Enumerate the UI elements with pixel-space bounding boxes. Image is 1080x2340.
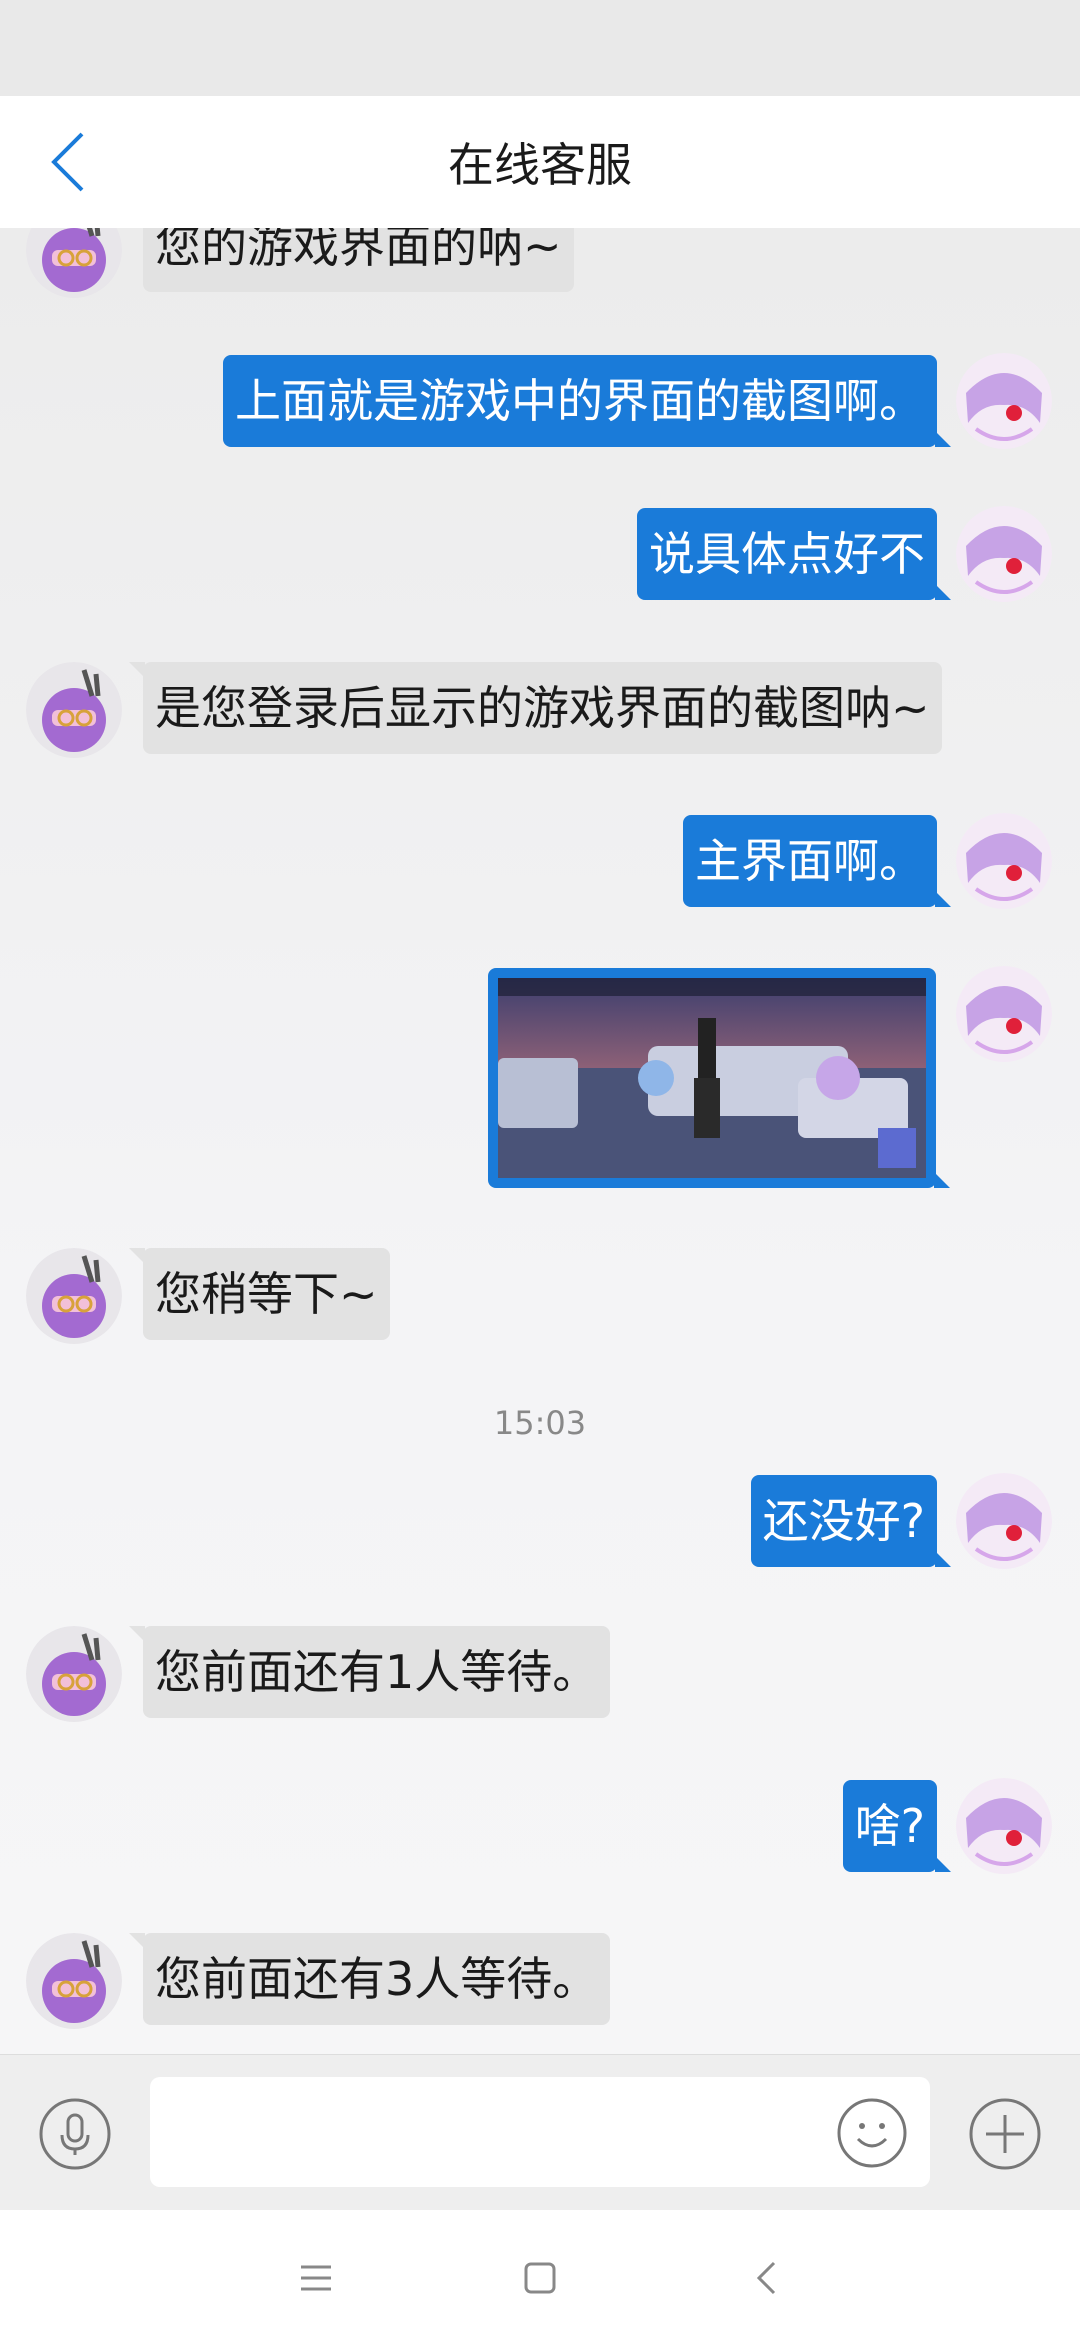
message-input[interactable] <box>150 2077 930 2187</box>
home-square-icon <box>524 2262 556 2294</box>
message-bubble-user: 主界面啊。 <box>683 815 951 907</box>
anime-girl-avatar-icon <box>956 966 1052 1062</box>
agent-avatar <box>26 662 122 758</box>
rabbit-mascot-icon <box>26 228 122 298</box>
anime-girl-avatar-icon <box>956 506 1052 602</box>
nav-menu-button[interactable] <box>286 2248 346 2308</box>
plus-icon <box>969 2098 1041 2170</box>
emoji-button[interactable] <box>836 2097 908 2169</box>
message-bubble-agent: 您前面还有3人等待。 <box>128 1933 611 2025</box>
agent-avatar <box>26 1933 122 2029</box>
user-avatar <box>956 813 1052 909</box>
user-avatar <box>956 353 1052 449</box>
page-title: 在线客服 <box>448 138 632 192</box>
message-bubble-agent: 您的游戏界面的呐~ <box>143 228 574 292</box>
user-avatar <box>956 1473 1052 1569</box>
message-bubble-user: 还没好? <box>750 1475 952 1567</box>
input-bar <box>0 2054 1080 2211</box>
nav-home-button[interactable] <box>510 2248 570 2308</box>
timestamp: 15:03 <box>493 1404 587 1442</box>
agent-avatar <box>26 228 122 298</box>
message-bubble-user: 说具体点好不 <box>637 508 951 600</box>
chat-header: 在线客服 <box>0 96 1080 228</box>
chevron-left-icon <box>51 132 84 192</box>
user-avatar <box>956 506 1052 602</box>
voice-input-button[interactable] <box>38 2097 112 2171</box>
smiley-icon <box>837 2098 907 2168</box>
chat-history[interactable]: 您的游戏界面的呐~ 上面就是游戏中的界面的截图啊。 说具体点好不 是您登录后显示… <box>0 228 1080 2054</box>
game-screenshot-thumbnail <box>498 978 926 1178</box>
more-actions-button[interactable] <box>968 2097 1042 2171</box>
message-bubble-agent: 您前面还有1人等待。 <box>128 1626 611 1718</box>
message-bubble-agent: 是您登录后显示的游戏界面的截图呐~ <box>129 662 942 754</box>
system-navigation-bar <box>0 2210 1080 2340</box>
anime-girl-avatar-icon <box>956 1778 1052 1874</box>
anime-girl-avatar-icon <box>956 813 1052 909</box>
rabbit-mascot-icon <box>26 662 122 758</box>
message-bubble-agent: 您稍等下~ <box>129 1248 390 1340</box>
rabbit-mascot-icon <box>26 1933 122 2029</box>
user-avatar <box>956 1778 1052 1874</box>
menu-icon <box>301 2265 331 2291</box>
agent-avatar <box>26 1248 122 1344</box>
back-button[interactable] <box>30 124 106 200</box>
status-bar <box>0 0 1080 96</box>
anime-girl-avatar-icon <box>956 353 1052 449</box>
message-bubble-user: 啥? <box>842 1780 952 1872</box>
image-message[interactable] <box>488 968 950 1188</box>
back-triangle-icon <box>756 2261 776 2295</box>
user-avatar <box>956 966 1052 1062</box>
rabbit-mascot-icon <box>26 1626 122 1722</box>
agent-avatar <box>26 1626 122 1722</box>
microphone-icon <box>39 2098 111 2170</box>
anime-girl-avatar-icon <box>956 1473 1052 1569</box>
nav-back-button[interactable] <box>736 2248 796 2308</box>
message-bubble-user: 上面就是游戏中的界面的截图啊。 <box>223 355 951 447</box>
rabbit-mascot-icon <box>26 1248 122 1344</box>
